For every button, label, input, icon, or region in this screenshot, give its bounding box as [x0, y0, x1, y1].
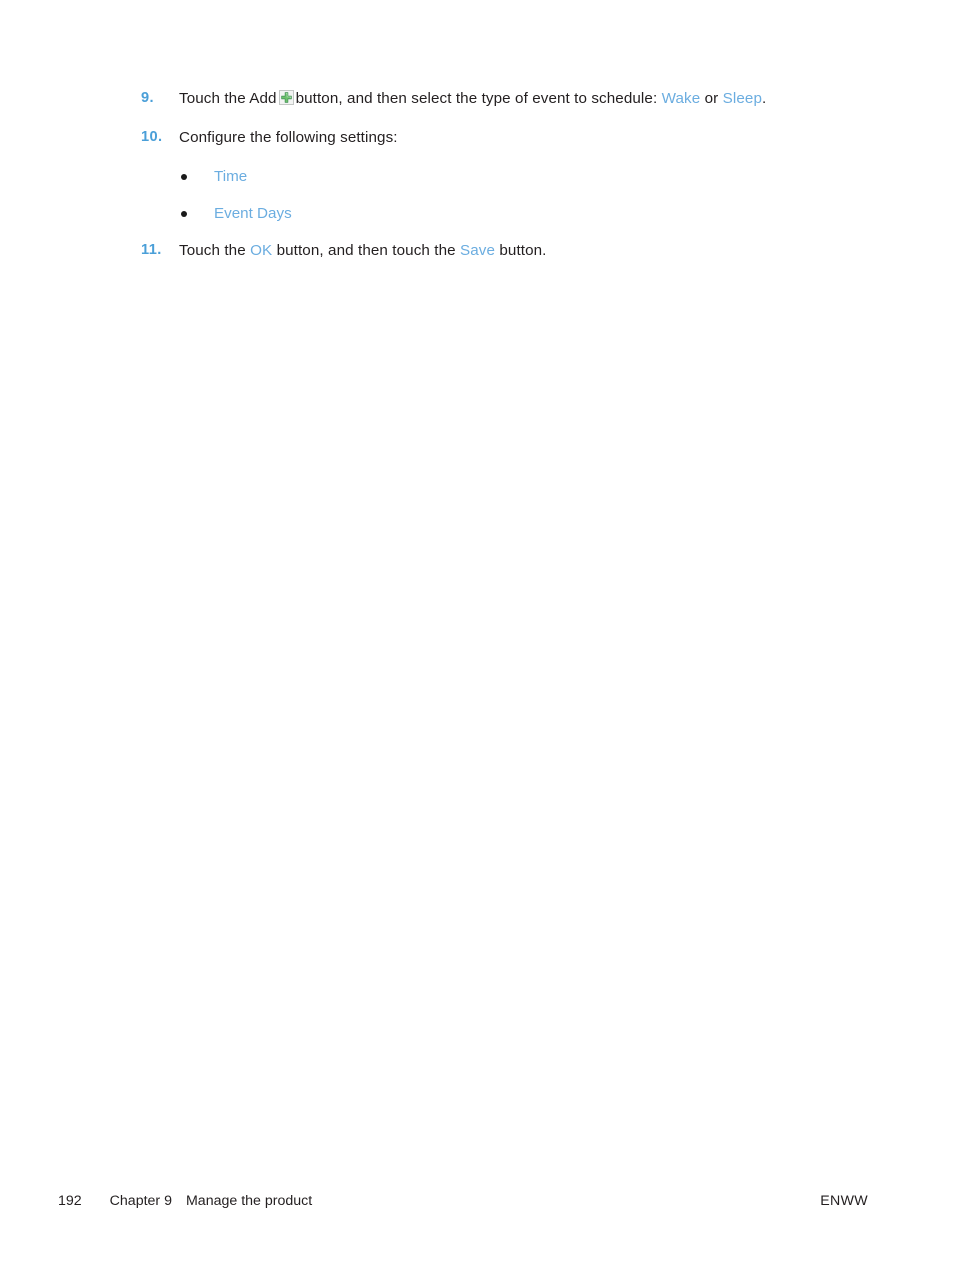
link-time[interactable]: Time — [214, 168, 247, 185]
step-9-text: Touch the Add button, and then select the… — [179, 90, 766, 107]
document-page: 9. Touch the Add button, and then select … — [0, 0, 954, 1270]
link-event-days[interactable]: Event Days — [214, 205, 292, 222]
numbered-step-11: 11. Touch the OK button, and then touch … — [0, 240, 954, 261]
step-11-text-start: Touch the — [179, 242, 246, 259]
step-9-period: . — [762, 90, 767, 107]
link-save[interactable]: Save — [460, 242, 495, 259]
bullet-dot-icon — [181, 211, 187, 217]
footer-page-number: 192 — [58, 1193, 82, 1209]
link-sleep[interactable]: Sleep — [723, 90, 762, 107]
footer-left-group: 192 Chapter 9 Manage the product — [58, 1188, 312, 1214]
step-number-10: 10. — [141, 129, 163, 145]
list-item: Time — [0, 166, 954, 187]
bullet-dot-icon — [181, 174, 187, 180]
numbered-step-9: 9. Touch the Add button, and then select … — [0, 88, 954, 109]
list-item: Event Days — [0, 203, 954, 224]
step-11-text: Touch the OK button, and then touch the … — [179, 242, 547, 259]
page-content: 9. Touch the Add button, and then select … — [0, 88, 954, 279]
footer-chapter-label: Chapter 9 — [109, 1193, 172, 1209]
page-footer: 192 Chapter 9 Manage the product ENWW — [0, 1188, 954, 1214]
step-11-text-middle: button, and then touch the — [276, 242, 456, 259]
step-10-text: Configure the following settings: — [179, 129, 398, 146]
step-9-text-after-icon: button, and then select the type of even… — [295, 90, 658, 107]
step-number-11: 11. — [141, 242, 162, 258]
link-ok[interactable]: OK — [250, 242, 272, 259]
step-11-text-end: button. — [499, 242, 547, 259]
footer-chapter-title: Manage the product — [185, 1193, 313, 1209]
footer-locale-label: ENWW — [820, 1193, 868, 1209]
numbered-step-10: 10. Configure the following settings: — [0, 127, 954, 148]
add-plus-icon[interactable] — [278, 90, 294, 105]
settings-bullet-list: Time Event Days — [0, 166, 954, 224]
link-wake[interactable]: Wake — [662, 90, 701, 107]
step-9-conjunction: or — [704, 90, 719, 107]
step-9-text-before-icon: Touch the Add — [179, 90, 277, 107]
step-number-9: 9. — [141, 90, 154, 106]
